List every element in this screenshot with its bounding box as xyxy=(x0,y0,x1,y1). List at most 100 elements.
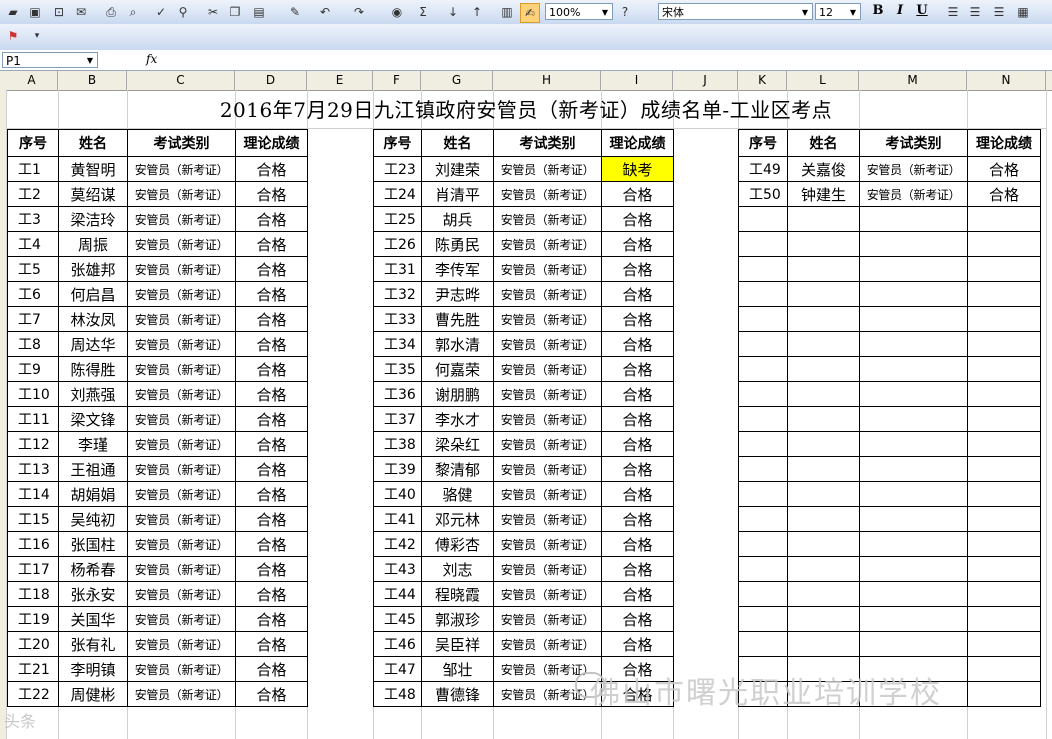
id-cell[interactable] xyxy=(738,506,788,532)
category-cell[interactable] xyxy=(859,531,968,557)
header-cell[interactable]: 姓名 xyxy=(421,129,494,157)
format-painter-icon[interactable]: ✎ xyxy=(286,3,304,21)
score-cell[interactable]: 合格 xyxy=(601,281,674,307)
category-cell[interactable]: 安管员（新考证） xyxy=(127,431,236,457)
name-cell[interactable]: 肖清平 xyxy=(421,181,494,207)
header-cell[interactable]: 序号 xyxy=(373,129,422,157)
name-cell[interactable]: 张永安 xyxy=(58,581,128,607)
zoom-select[interactable]: 100% ▼ xyxy=(545,3,613,20)
score-cell[interactable] xyxy=(967,556,1041,582)
score-cell[interactable]: 合格 xyxy=(601,431,674,457)
merge-center-icon[interactable]: ▦ xyxy=(1014,3,1032,21)
score-cell[interactable] xyxy=(967,206,1041,232)
font-size-select[interactable]: 12 ▼ xyxy=(815,3,861,20)
paste-icon[interactable]: ▤ xyxy=(250,3,268,21)
align-right-icon[interactable]: ☰ xyxy=(990,3,1008,21)
score-cell[interactable]: 合格 xyxy=(601,381,674,407)
category-cell[interactable] xyxy=(859,281,968,307)
score-cell[interactable]: 合格 xyxy=(235,331,308,357)
column-header-h[interactable]: H xyxy=(493,71,601,90)
category-cell[interactable]: 安管员（新考证） xyxy=(127,631,236,657)
category-cell[interactable]: 安管员（新考证） xyxy=(493,556,602,582)
score-cell[interactable] xyxy=(967,631,1041,657)
id-cell[interactable]: 工50 xyxy=(738,181,788,207)
score-cell[interactable]: 合格 xyxy=(235,356,308,382)
category-cell[interactable] xyxy=(859,556,968,582)
score-cell[interactable] xyxy=(967,406,1041,432)
id-cell[interactable]: 工7 xyxy=(7,306,59,332)
score-cell[interactable]: 合格 xyxy=(601,531,674,557)
id-cell[interactable]: 工21 xyxy=(7,656,59,682)
score-cell[interactable]: 合格 xyxy=(235,406,308,432)
id-cell[interactable]: 工45 xyxy=(373,606,422,632)
name-cell[interactable] xyxy=(787,456,860,482)
category-cell[interactable]: 安管员（新考证） xyxy=(127,556,236,582)
id-cell[interactable]: 工17 xyxy=(7,556,59,582)
id-cell[interactable]: 工20 xyxy=(7,631,59,657)
column-header-b[interactable]: B xyxy=(58,71,127,90)
score-cell[interactable]: 合格 xyxy=(601,206,674,232)
name-cell[interactable]: 谢朋鹏 xyxy=(421,381,494,407)
category-cell[interactable]: 安管员（新考证） xyxy=(127,606,236,632)
id-cell[interactable]: 工36 xyxy=(373,381,422,407)
score-cell[interactable]: 合格 xyxy=(601,181,674,207)
score-cell[interactable]: 合格 xyxy=(601,456,674,482)
category-cell[interactable]: 安管员（新考证） xyxy=(493,231,602,257)
category-cell[interactable]: 安管员（新考证） xyxy=(127,381,236,407)
name-cell[interactable]: 莫绍谋 xyxy=(58,181,128,207)
category-cell[interactable] xyxy=(859,256,968,282)
header-cell[interactable]: 考试类别 xyxy=(859,129,968,157)
name-cell[interactable]: 胡兵 xyxy=(421,206,494,232)
name-cell[interactable]: 刘建荣 xyxy=(421,156,494,182)
score-cell[interactable] xyxy=(967,681,1041,707)
id-cell[interactable]: 工24 xyxy=(373,181,422,207)
name-cell[interactable] xyxy=(787,306,860,332)
name-cell[interactable]: 钟建生 xyxy=(787,181,860,207)
header-cell[interactable]: 考试类别 xyxy=(493,129,602,157)
id-cell[interactable]: 工18 xyxy=(7,581,59,607)
undo-icon[interactable]: ↶ xyxy=(316,3,334,21)
category-cell[interactable]: 安管员（新考证） xyxy=(493,281,602,307)
column-header-m[interactable]: M xyxy=(859,71,967,90)
score-cell[interactable] xyxy=(967,531,1041,557)
insert-function-icon[interactable]: fx xyxy=(146,52,157,66)
email-icon[interactable]: ✉ xyxy=(72,3,90,21)
score-cell[interactable]: 合格 xyxy=(235,681,308,707)
id-cell[interactable] xyxy=(738,406,788,432)
name-cell[interactable]: 陈勇民 xyxy=(421,231,494,257)
header-cell[interactable]: 理论成绩 xyxy=(601,129,674,157)
category-cell[interactable] xyxy=(859,631,968,657)
score-cell[interactable]: 合格 xyxy=(235,431,308,457)
score-cell[interactable]: 合格 xyxy=(235,631,308,657)
category-cell[interactable]: 安管员（新考证） xyxy=(127,231,236,257)
score-cell[interactable]: 合格 xyxy=(235,256,308,282)
score-cell[interactable] xyxy=(967,456,1041,482)
id-cell[interactable] xyxy=(738,631,788,657)
score-cell[interactable]: 合格 xyxy=(235,381,308,407)
id-cell[interactable] xyxy=(738,431,788,457)
score-cell[interactable] xyxy=(967,481,1041,507)
name-cell[interactable]: 关嘉俊 xyxy=(787,156,860,182)
name-cell[interactable]: 周健彬 xyxy=(58,681,128,707)
name-cell[interactable]: 王祖通 xyxy=(58,456,128,482)
name-cell[interactable]: 何嘉荣 xyxy=(421,356,494,382)
category-cell[interactable]: 安管员（新考证） xyxy=(127,456,236,482)
category-cell[interactable]: 安管员（新考证） xyxy=(859,181,968,207)
category-cell[interactable]: 安管员（新考证） xyxy=(127,206,236,232)
category-cell[interactable] xyxy=(859,406,968,432)
name-cell[interactable]: 李传军 xyxy=(421,256,494,282)
id-cell[interactable]: 工25 xyxy=(373,206,422,232)
name-cell[interactable] xyxy=(787,631,860,657)
score-cell[interactable]: 合格 xyxy=(967,181,1041,207)
score-cell[interactable]: 合格 xyxy=(235,231,308,257)
name-cell[interactable] xyxy=(787,406,860,432)
name-cell[interactable]: 林汝凤 xyxy=(58,306,128,332)
id-cell[interactable] xyxy=(738,531,788,557)
print-preview-icon[interactable]: ⌕ xyxy=(124,3,142,21)
score-cell[interactable]: 合格 xyxy=(601,231,674,257)
id-cell[interactable] xyxy=(738,456,788,482)
drawing-icon[interactable]: ✍ xyxy=(520,3,540,23)
name-cell[interactable] xyxy=(787,256,860,282)
name-cell[interactable]: 李明镇 xyxy=(58,656,128,682)
name-cell[interactable]: 何启昌 xyxy=(58,281,128,307)
